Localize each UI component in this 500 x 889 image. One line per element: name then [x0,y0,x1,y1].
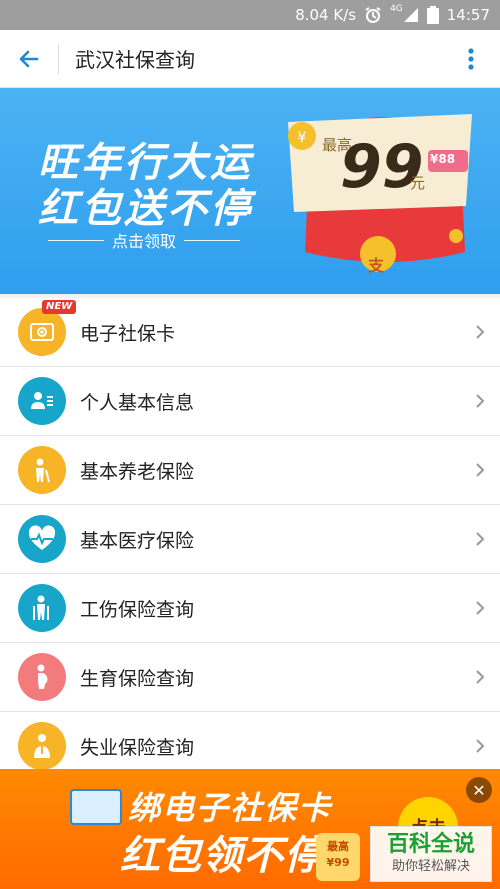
clock: 14:57 [446,6,490,24]
banner-tag: ¥88 [430,152,456,166]
app-header: 武汉社保查询 [0,30,500,88]
menu-item-social-card[interactable]: NEW 电子社保卡 [0,298,500,367]
menu-item-pension[interactable]: 基本养老保险 [0,436,500,505]
banner-title-line2: 红包送不停 [38,186,253,232]
close-icon: ✕ [472,780,486,800]
header-divider [58,43,59,74]
more-vertical-icon [468,47,474,70]
banner-unit: 元 [410,174,426,192]
chevron-right-icon [460,738,500,754]
battery-icon [426,6,439,24]
service-menu: NEW 电子社保卡 个人基本信息 基本养老保险 基本医疗保险 工伤保险查询 生育… [0,298,500,781]
promo-banner[interactable]: 旺年行大运 红包送不停 点击领取 ¥ 最高 99 元 ¥88 支 [0,88,500,294]
watermark-brand: 百科全说 [386,832,475,857]
menu-item-label: 工伤保险查询 [80,598,195,621]
alarm-icon [364,6,382,24]
back-button[interactable] [0,30,58,88]
injury-icon [18,584,66,632]
menu-item-label: 个人基本信息 [80,391,195,414]
signal-4g-icon: 4G [390,4,419,23]
ad-red-packet: 最高 ¥99 [316,833,360,881]
chevron-right-icon [460,531,500,547]
back-arrow-icon [19,50,39,67]
status-bar: 8.04 K/s 4G 14:57 [0,0,500,30]
chevron-right-icon [460,324,500,340]
menu-item-label: 电子社保卡 [80,322,176,345]
elderly-icon [18,446,66,494]
chevron-right-icon [460,669,500,685]
menu-item-injury[interactable]: 工伤保险查询 [0,574,500,643]
svg-text:¥: ¥ [298,130,307,146]
menu-item-label: 基本医疗保险 [80,529,195,552]
banner-coin: 支 [368,256,385,275]
chevron-right-icon [460,393,500,409]
unemployment-icon [18,722,66,770]
menu-item-medical[interactable]: 基本医疗保险 [0,505,500,574]
pregnancy-icon [18,653,66,701]
menu-item-label: 生育保险查询 [80,667,195,690]
menu-item-personal-info[interactable]: 个人基本信息 [0,367,500,436]
social-card-icon: NEW [18,300,77,356]
more-options-button[interactable] [442,30,500,88]
menu-item-label: 基本养老保险 [80,460,195,483]
watermark: 百科全说 助你轻松解决 [370,826,492,882]
close-ad-button[interactable]: ✕ [466,777,492,803]
banner-cta[interactable]: 点击领取 [48,228,241,252]
network-speed: 8.04 K/s [295,6,357,24]
heartbeat-icon [18,515,66,563]
personal-info-icon [18,377,66,425]
page-title: 武汉社保查询 [75,48,195,72]
watermark-slogan: 助你轻松解决 [391,859,470,874]
menu-item-label: 失业保险查询 [80,736,195,759]
menu-item-maternity[interactable]: 生育保险查询 [0,643,500,712]
id-card-icon [70,789,122,825]
new-badge: NEW [42,300,77,314]
chevron-right-icon [460,462,500,478]
ad-title-line2: 红包领不停 [120,833,325,879]
chevron-right-icon [460,600,500,616]
